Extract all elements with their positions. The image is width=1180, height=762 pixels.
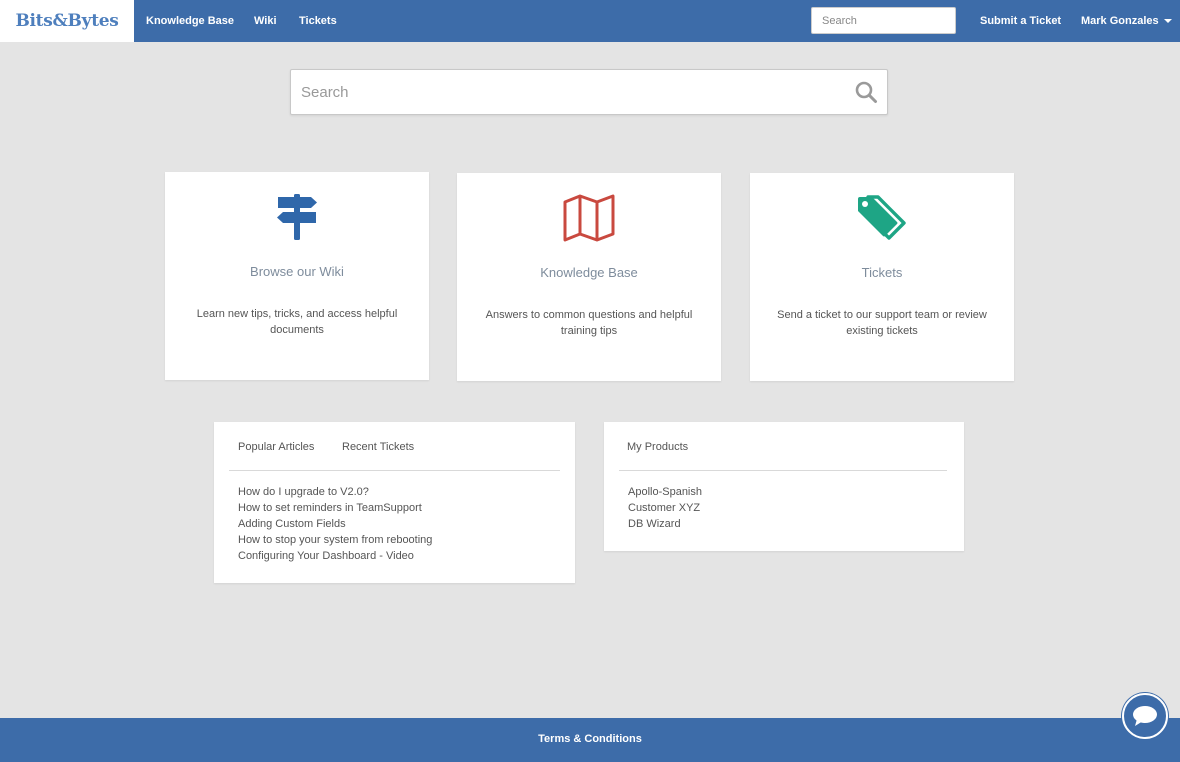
- top-navbar: Bits&Bytes Knowledge Base Wiki Tickets S…: [0, 0, 1180, 42]
- signpost-icon: [277, 194, 317, 240]
- card-title: Browse our Wiki: [250, 264, 344, 279]
- brand-logo[interactable]: Bits&Bytes: [0, 0, 134, 42]
- terms-conditions-link[interactable]: Terms & Conditions: [538, 718, 642, 760]
- card-knowledge-base[interactable]: Knowledge Base Answers to common questio…: [457, 173, 721, 381]
- article-list: How do I upgrade to V2.0? How to set rem…: [238, 484, 432, 564]
- user-name: Mark Gonzales: [1081, 15, 1159, 27]
- main-search-box: [290, 69, 888, 115]
- card-description: Answers to common questions and helpful …: [485, 309, 693, 337]
- list-item[interactable]: How to stop your system from rebooting: [238, 532, 432, 548]
- footer: Terms & Conditions: [0, 718, 1180, 762]
- list-item[interactable]: Adding Custom Fields: [238, 516, 432, 532]
- products-panel-tabs: My Products: [619, 422, 947, 471]
- list-item[interactable]: DB Wizard: [628, 516, 702, 532]
- tab-recent-tickets[interactable]: Recent Tickets: [342, 441, 414, 453]
- list-item[interactable]: Customer XYZ: [628, 500, 702, 516]
- nav-search-input[interactable]: [811, 7, 956, 34]
- articles-panel: Popular Articles Recent Tickets How do I…: [214, 422, 575, 583]
- articles-panel-tabs: Popular Articles Recent Tickets: [229, 422, 560, 471]
- list-item[interactable]: Apollo-Spanish: [628, 484, 702, 500]
- tags-icon: [858, 195, 906, 240]
- product-list: Apollo-Spanish Customer XYZ DB Wizard: [628, 484, 702, 532]
- card-title: Knowledge Base: [540, 265, 638, 280]
- nav-link-knowledge-base[interactable]: Knowledge Base: [146, 0, 234, 42]
- products-panel: My Products Apollo-Spanish Customer XYZ …: [604, 422, 964, 551]
- caret-down-icon: [1163, 19, 1172, 24]
- search-icon[interactable]: [854, 80, 878, 104]
- card-browse-wiki[interactable]: Browse our Wiki Learn new tips, tricks, …: [165, 172, 429, 380]
- submit-ticket-link[interactable]: Submit a Ticket: [980, 0, 1061, 42]
- list-item[interactable]: How do I upgrade to V2.0?: [238, 484, 432, 500]
- chat-bubble-icon: [1133, 706, 1157, 726]
- list-item[interactable]: How to set reminders in TeamSupport: [238, 500, 432, 516]
- nav-link-tickets[interactable]: Tickets: [299, 0, 337, 42]
- tab-popular-articles[interactable]: Popular Articles: [238, 441, 314, 453]
- tab-my-products[interactable]: My Products: [627, 441, 688, 453]
- card-title: Tickets: [861, 265, 903, 280]
- list-item[interactable]: Configuring Your Dashboard - Video: [238, 548, 432, 564]
- card-tickets[interactable]: Tickets Send a ticket to our support tea…: [750, 173, 1014, 381]
- main-search-input[interactable]: [291, 70, 841, 114]
- card-description: Send a ticket to our support team or rev…: [777, 309, 987, 337]
- user-menu[interactable]: Mark Gonzales: [1081, 0, 1172, 42]
- card-description: Learn new tips, tricks, and access helpf…: [196, 308, 398, 336]
- nav-link-wiki[interactable]: Wiki: [254, 0, 277, 42]
- chat-button[interactable]: [1122, 693, 1168, 739]
- map-icon: [563, 194, 615, 242]
